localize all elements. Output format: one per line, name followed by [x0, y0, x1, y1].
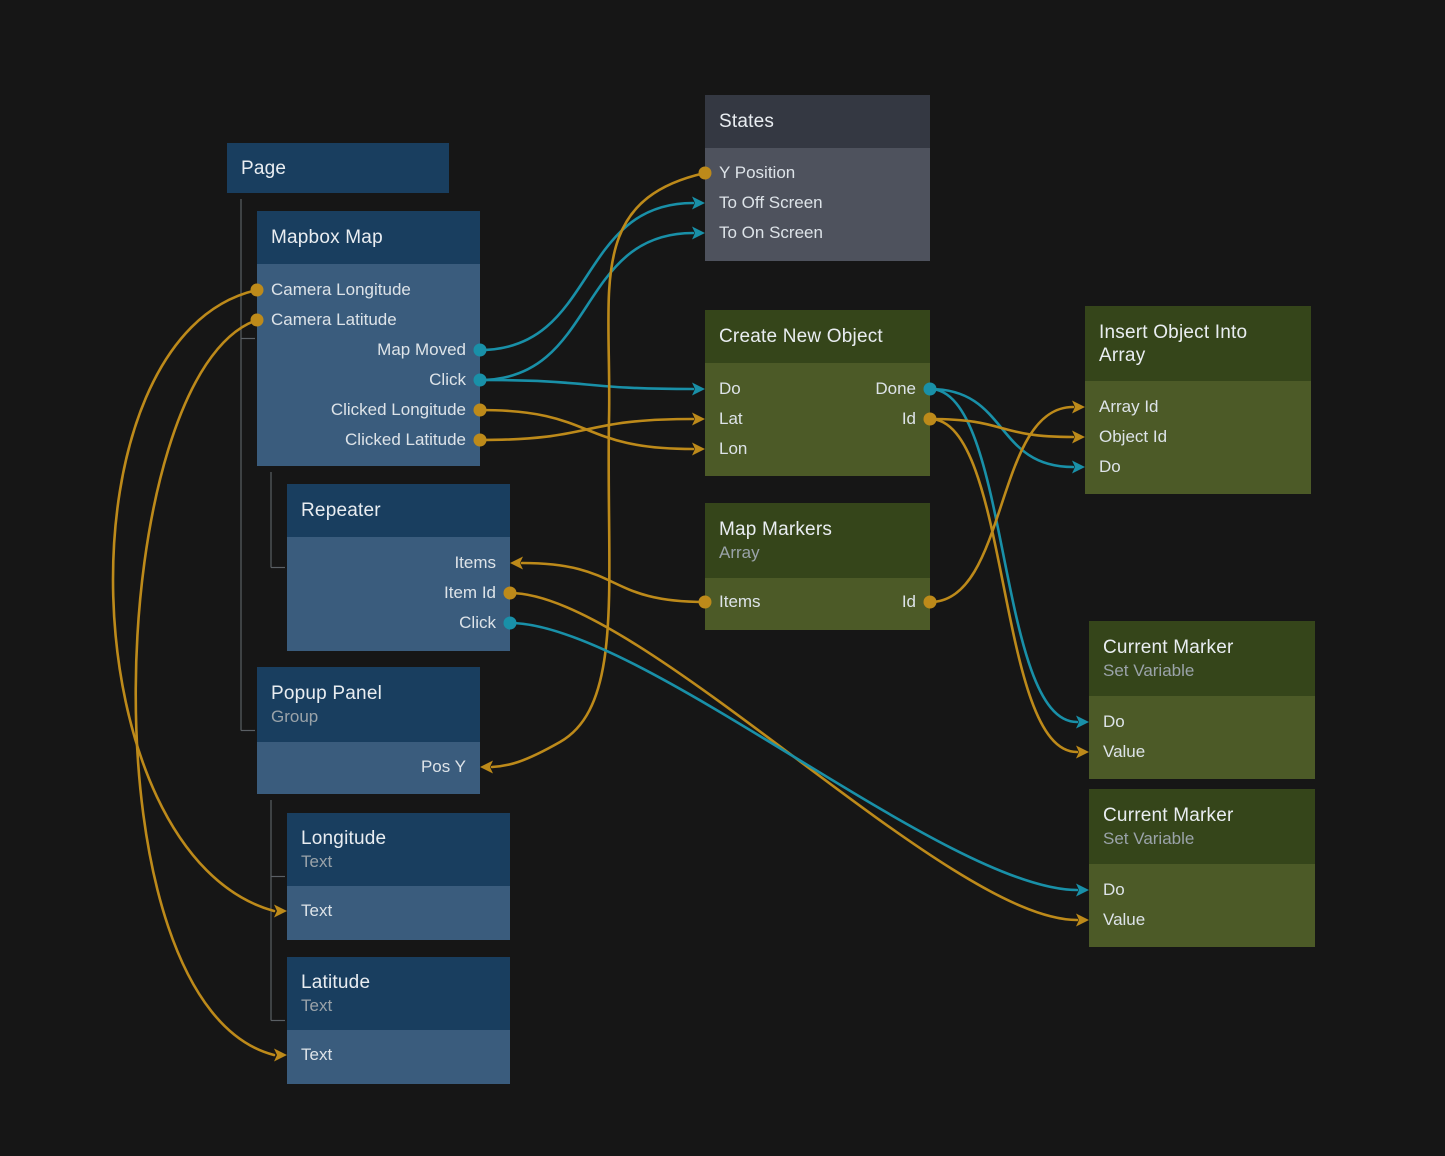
port-label-current-marker-2-do: Do: [1103, 877, 1125, 903]
port-label-mapbox-clicked-longitude: Clicked Longitude: [331, 397, 466, 423]
port-label-latitude-text: Text: [301, 1042, 332, 1068]
node-mapbox[interactable]: Mapbox Map Camera Longitude Camera Latitud…: [257, 211, 480, 466]
node-title: Latitude: [301, 971, 496, 994]
port-label-current-marker-2-value: Value: [1103, 907, 1145, 933]
node-title: Create New Object: [719, 325, 916, 348]
port-label-mapbox-camera-latitude: Camera Latitude: [271, 307, 397, 333]
node-header[interactable]: Map MarkersArray: [705, 503, 930, 578]
node-layer: Page Mapbox Map Camera Longitude Camera Lat…: [0, 0, 1445, 1156]
node-current-marker-2[interactable]: Current MarkerSet Variable Do Value: [1089, 789, 1315, 947]
port-label-repeater-item-id: Item Id: [444, 580, 496, 606]
port-label-popup-pos-y: Pos Y: [421, 754, 466, 780]
node-header[interactable]: Create New Object: [705, 310, 930, 363]
node-header[interactable]: Mapbox Map: [257, 211, 480, 264]
node-body: Text: [287, 886, 510, 940]
port-label-create-object-lon: Lon: [719, 436, 747, 462]
node-header[interactable]: States: [705, 95, 930, 148]
node-title: Insert Object Into Array: [1099, 321, 1297, 367]
node-body: Camera Longitude Camera Latitude Map Moved…: [257, 264, 480, 466]
node-title: Popup Panel: [271, 682, 466, 705]
port-label-insert-do: Do: [1099, 454, 1121, 480]
node-editor-canvas[interactable]: Page Mapbox Map Camera Longitude Camera Lat…: [0, 0, 1445, 1156]
port-label-states-to-off-screen: To Off Screen: [719, 190, 823, 216]
port-label-states-to-on-screen: To On Screen: [719, 220, 823, 246]
node-popup[interactable]: Popup PanelGroup Pos Y: [257, 667, 480, 794]
node-header[interactable]: Current MarkerSet Variable: [1089, 789, 1315, 864]
port-label-create-object-do: Do: [719, 376, 741, 402]
node-header[interactable]: Insert Object Into Array: [1085, 306, 1311, 381]
node-title: Current Marker: [1103, 636, 1301, 659]
node-body: Y Position To Off Screen To On Screen: [705, 148, 930, 261]
node-header[interactable]: Popup PanelGroup: [257, 667, 480, 742]
port-label-repeater-items: Items: [454, 550, 496, 576]
port-label-insert-array-id: Array Id: [1099, 394, 1159, 420]
node-current-marker-1[interactable]: Current MarkerSet Variable Do Value: [1089, 621, 1315, 779]
node-body: Do Lat Lon Done Id: [705, 363, 930, 476]
node-body: Text: [287, 1030, 510, 1084]
node-title: Repeater: [301, 499, 496, 522]
node-body: Items Item Id Click: [287, 537, 510, 651]
port-label-create-object-done: Done: [875, 376, 916, 402]
node-title: Current Marker: [1103, 804, 1301, 827]
node-header[interactable]: LongitudeText: [287, 813, 510, 886]
node-body: Items Id: [705, 578, 930, 630]
port-label-map-markers-items: Items: [719, 589, 761, 615]
node-header[interactable]: Page: [227, 143, 449, 193]
node-subtitle: Text: [301, 850, 496, 873]
node-subtitle: Text: [301, 994, 496, 1017]
node-title: Longitude: [301, 827, 496, 850]
node-header[interactable]: Repeater: [287, 484, 510, 537]
node-body: Pos Y: [257, 742, 480, 794]
node-create-object[interactable]: Create New Object Do Lat Lon Done Id: [705, 310, 930, 476]
port-label-mapbox-clicked-latitude: Clicked Latitude: [345, 427, 466, 453]
port-label-states-y-position: Y Position: [719, 160, 795, 186]
node-subtitle: Group: [271, 705, 466, 728]
node-longitude[interactable]: LongitudeTextText: [287, 813, 510, 940]
node-body: Do Value: [1089, 696, 1315, 779]
port-label-current-marker-1-do: Do: [1103, 709, 1125, 735]
port-label-insert-object-id: Object Id: [1099, 424, 1167, 450]
node-title: Map Markers: [719, 518, 916, 541]
node-title: Mapbox Map: [271, 226, 466, 249]
node-page[interactable]: Page: [227, 143, 449, 193]
node-header[interactable]: LatitudeText: [287, 957, 510, 1030]
node-subtitle: Array: [719, 541, 916, 564]
port-label-mapbox-camera-longitude: Camera Longitude: [271, 277, 411, 303]
node-insert[interactable]: Insert Object Into Array Array Id Object I…: [1085, 306, 1311, 494]
port-label-create-object-id: Id: [902, 406, 916, 432]
port-label-longitude-text: Text: [301, 898, 332, 924]
port-label-map-markers-id: Id: [902, 589, 916, 615]
port-label-create-object-lat: Lat: [719, 406, 743, 432]
node-body: Array Id Object Id Do: [1085, 381, 1311, 494]
node-subtitle: Set Variable: [1103, 659, 1301, 682]
node-latitude[interactable]: LatitudeTextText: [287, 957, 510, 1084]
node-title: States: [719, 110, 916, 133]
node-body: Do Value: [1089, 864, 1315, 947]
port-label-repeater-click: Click: [459, 610, 496, 636]
port-label-mapbox-map-moved: Map Moved: [377, 337, 466, 363]
port-label-mapbox-click: Click: [429, 367, 466, 393]
node-states[interactable]: States Y Position To Off Screen To On Scree…: [705, 95, 930, 261]
node-repeater[interactable]: Repeater Items Item Id Click: [287, 484, 510, 651]
node-map-markers[interactable]: Map MarkersArray Items Id: [705, 503, 930, 630]
node-header[interactable]: Current MarkerSet Variable: [1089, 621, 1315, 696]
node-subtitle: Set Variable: [1103, 827, 1301, 850]
port-label-current-marker-1-value: Value: [1103, 739, 1145, 765]
node-title: Page: [241, 157, 435, 180]
